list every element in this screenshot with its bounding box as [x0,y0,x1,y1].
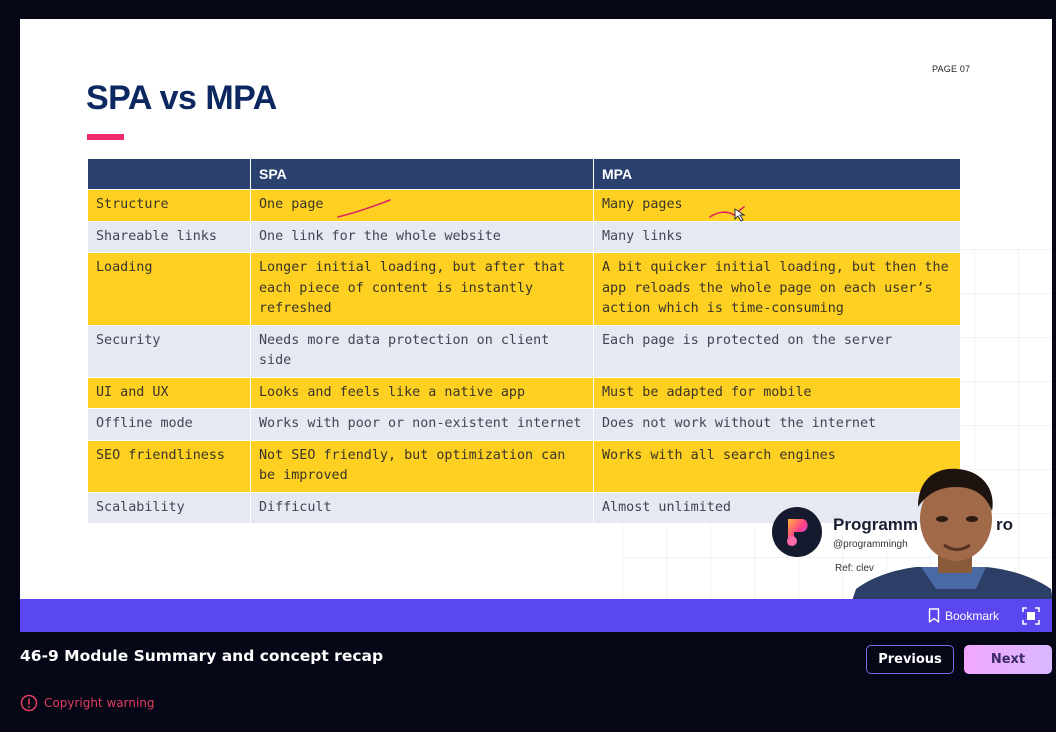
comparison-table: SPA MPA Structure One page Many pages Sh… [87,158,961,524]
row-label: Shareable links [87,220,251,253]
bookmark-label: Bookmark [945,608,1000,623]
lesson-title: 46-9 Module Summary and concept recap [20,647,384,665]
slide-title: SPA vs MPA [86,79,277,117]
table-header-row: SPA MPA [87,158,961,190]
spa-cell: One page [250,189,594,222]
video-player-bar: Bookmark [20,599,1052,632]
presenter-webcam [852,468,1052,599]
table-row: SEO friendliness Not SEO friendly, but o… [87,439,961,493]
copyright-warning-link[interactable]: Copyright warning [20,694,155,712]
mpa-cell: Many pages [593,189,961,222]
spa-cell: Works with poor or non-existent internet [250,408,594,441]
row-label: Scalability [87,491,251,524]
row-label: Loading [87,252,251,326]
row-label: UI and UX [87,376,251,409]
row-label: Structure [87,189,251,222]
page-number: PAGE 07 [932,64,971,74]
copyright-warning-label: Copyright warning [44,696,155,710]
brand-logo-icon [772,507,822,557]
mpa-cell: Many links [593,220,961,253]
warning-icon [20,694,38,712]
mpa-cell: Does not work without the internet [593,408,961,441]
table-row: UI and UX Looks and feels like a native … [87,376,961,409]
table-row: Offline mode Works with poor or non-exis… [87,408,961,441]
previous-button[interactable]: Previous [866,645,954,674]
spa-cell: Needs more data protection on client sid… [250,324,594,378]
mpa-cell: A bit quicker initial loading, but then … [593,252,961,326]
spa-cell: Difficult [250,491,594,524]
table-header-cell: MPA [593,158,961,190]
video-slide: PAGE 07 SPA vs MPA SPA MPA Structure One… [20,19,1052,599]
next-button[interactable]: Next [964,645,1052,674]
mpa-cell: Must be adapted for mobile [593,376,961,409]
table-row: Structure One page Many pages [87,189,961,222]
table-row: Loading Longer initial loading, but afte… [87,252,961,326]
table-header-cell: SPA [250,158,594,190]
table-row: Security Needs more data protection on c… [87,324,961,378]
row-label: Offline mode [87,408,251,441]
bookmark-button[interactable]: Bookmark [928,599,999,632]
bookmark-icon [928,608,940,623]
fullscreen-icon[interactable] [1022,607,1040,625]
spa-cell: Looks and feels like a native app [250,376,594,409]
table-header-cell [87,158,251,190]
table-row: Shareable links One link for the whole w… [87,220,961,253]
row-label: SEO friendliness [87,439,251,493]
spa-cell: Longer initial loading, but after that e… [250,252,594,326]
title-accent-bar [87,134,124,140]
spa-cell: Not SEO friendly, but optimization can b… [250,439,594,493]
mpa-cell: Each page is protected on the server [593,324,961,378]
row-label: Security [87,324,251,378]
spa-cell: One link for the whole website [250,220,594,253]
